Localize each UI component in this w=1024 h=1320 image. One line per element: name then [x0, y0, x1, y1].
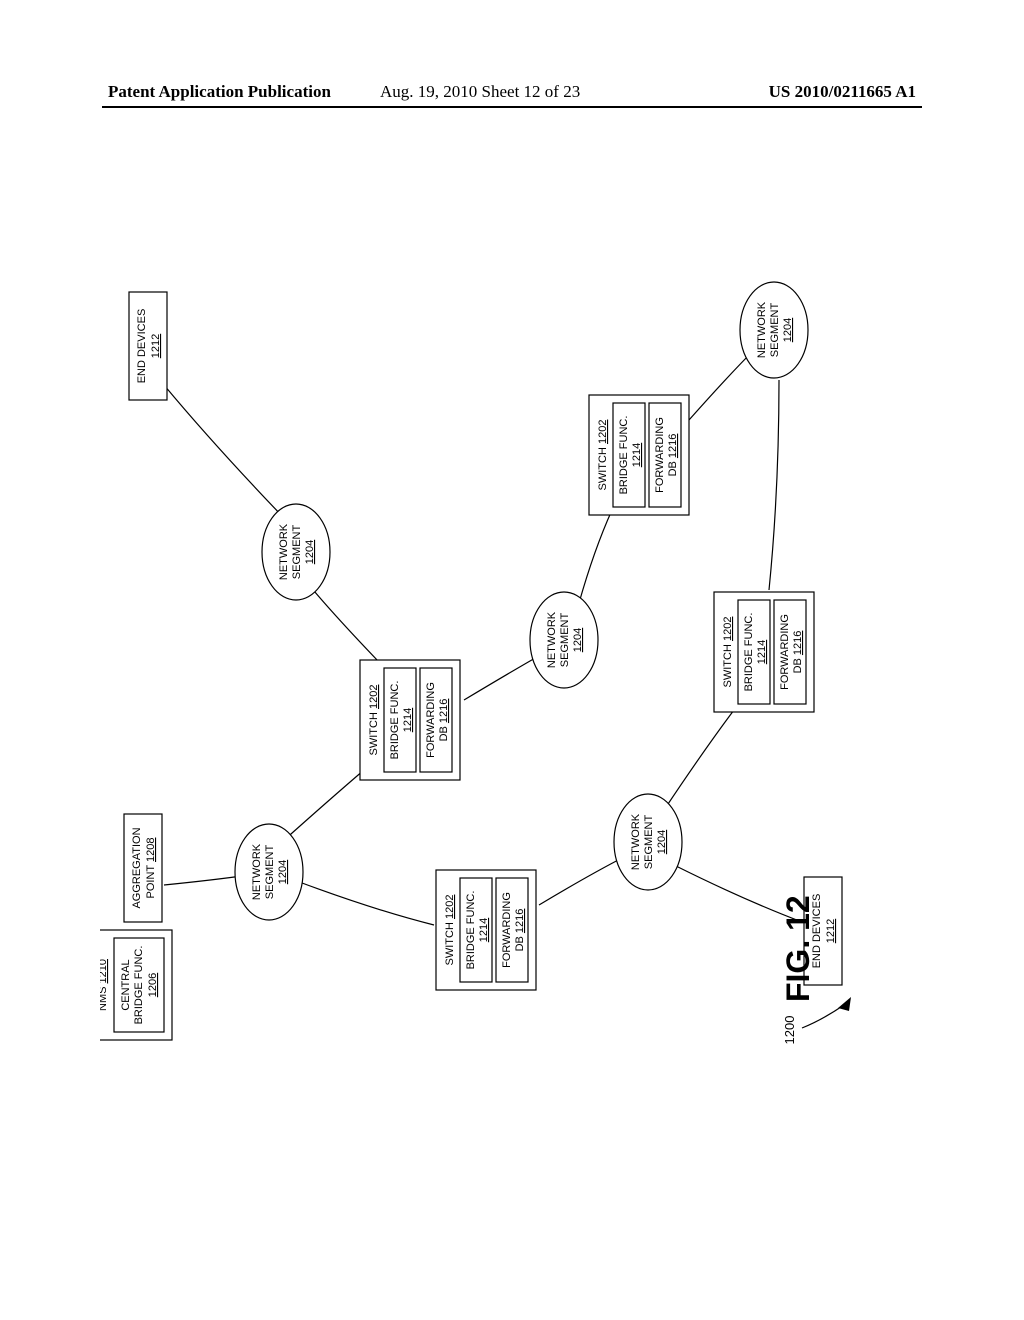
svg-text:AGGREGATION: AGGREGATION [131, 827, 143, 908]
svg-text:NMS 1210: NMS 1210 [100, 959, 109, 1011]
svg-text:1214: 1214 [631, 443, 643, 467]
svg-text:DB 1216: DB 1216 [792, 631, 804, 674]
svg-text:FORWARDING: FORWARDING [654, 417, 666, 493]
svg-text:BRIDGE FUNC.: BRIDGE FUNC. [389, 681, 401, 760]
svg-text:BRIDGE FUNC.: BRIDGE FUNC. [618, 416, 630, 495]
header-publication: Patent Application Publication [108, 82, 331, 102]
svg-text:SEGMENT: SEGMENT [264, 845, 276, 900]
svg-text:1204: 1204 [782, 318, 794, 342]
svg-text:1204: 1204 [304, 540, 316, 564]
svg-text:1204: 1204 [572, 628, 584, 652]
svg-text:1206: 1206 [147, 973, 159, 997]
svg-text:BRIDGE FUNC.: BRIDGE FUNC. [133, 946, 145, 1025]
svg-text:NETWORK: NETWORK [630, 813, 642, 870]
svg-text:BRIDGE FUNC.: BRIDGE FUNC. [743, 613, 755, 692]
svg-text:1204: 1204 [277, 860, 289, 884]
svg-text:SEGMENT: SEGMENT [643, 815, 655, 870]
svg-text:DB 1216: DB 1216 [667, 434, 679, 477]
svg-text:NETWORK: NETWORK [278, 523, 290, 580]
figure-label: FIG. 12 [780, 895, 817, 1002]
svg-text:SWITCH 1202: SWITCH 1202 [444, 895, 456, 966]
svg-text:1214: 1214 [478, 918, 490, 942]
svg-text:1214: 1214 [756, 640, 768, 664]
svg-text:POINT 1208: POINT 1208 [145, 838, 157, 899]
svg-text:SWITCH 1202: SWITCH 1202 [722, 617, 734, 688]
svg-text:FORWARDING: FORWARDING [425, 682, 437, 758]
svg-text:DB 1216: DB 1216 [514, 909, 526, 952]
svg-text:1212: 1212 [150, 334, 162, 358]
header-divider [102, 106, 922, 108]
svg-text:END DEVICES: END DEVICES [136, 309, 148, 384]
svg-text:SEGMENT: SEGMENT [291, 525, 303, 580]
svg-text:1212: 1212 [825, 919, 837, 943]
svg-text:1200: 1200 [782, 1016, 797, 1045]
svg-text:SWITCH 1202: SWITCH 1202 [368, 685, 380, 756]
svg-text:DB 1216: DB 1216 [438, 699, 450, 742]
svg-text:BRIDGE FUNC.: BRIDGE FUNC. [465, 891, 477, 970]
svg-text:NETWORK: NETWORK [251, 843, 263, 900]
svg-text:CENTRAL: CENTRAL [120, 959, 132, 1010]
svg-text:1214: 1214 [402, 708, 414, 732]
header-date-sheet: Aug. 19, 2010 Sheet 12 of 23 [380, 82, 580, 102]
svg-text:SEGMENT: SEGMENT [769, 303, 781, 358]
svg-text:FORWARDING: FORWARDING [779, 614, 791, 690]
header-patent-number: US 2010/0211665 A1 [769, 82, 916, 102]
svg-text:SEGMENT: SEGMENT [559, 613, 571, 668]
svg-text:SWITCH 1202: SWITCH 1202 [597, 420, 609, 491]
svg-text:NETWORK: NETWORK [756, 301, 768, 358]
svg-text:NETWORK: NETWORK [546, 611, 558, 668]
svg-text:1204: 1204 [656, 830, 668, 854]
svg-text:FORWARDING: FORWARDING [501, 892, 513, 968]
